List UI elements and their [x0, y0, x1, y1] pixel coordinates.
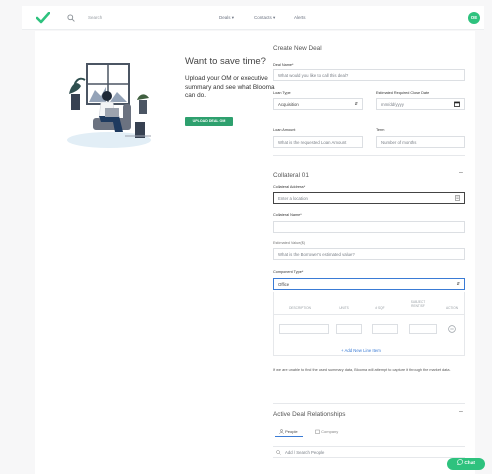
person-working-illustration: [67, 63, 151, 148]
nav-contacts[interactable]: Contacts ▾: [254, 15, 275, 21]
tab-company[interactable]: Company: [315, 429, 338, 434]
promo-text: Upload your OM or executive summary and …: [185, 75, 275, 100]
chat-button[interactable]: Chat: [447, 458, 485, 470]
upload-deal-om-button[interactable]: UPLOAD DEAL OM: [185, 117, 233, 126]
search-icon[interactable]: [67, 14, 75, 22]
form-title: Create New Deal: [273, 45, 322, 52]
collateral-title: Collateral 01: [273, 172, 309, 179]
search-input[interactable]: Search: [88, 15, 102, 20]
term-input[interactable]: Number of months: [376, 136, 465, 148]
location-icon: [455, 195, 460, 201]
loan-type-label: Loan Type: [273, 91, 291, 95]
top-bar: Search Deals ▾ Contacts ▾ Alerts OE: [22, 6, 484, 30]
add-line-item-link[interactable]: + Add New Line Item: [341, 348, 381, 353]
table-header: # SQF: [375, 306, 385, 310]
component-type-value: Office: [278, 282, 290, 287]
search-icon: [276, 450, 281, 455]
avatar[interactable]: OE: [468, 12, 480, 24]
collapse-collateral-icon[interactable]: –: [459, 169, 463, 176]
create-deal-form: Create New Deal Deal Name* What would yo…: [273, 31, 471, 474]
company-icon: [315, 429, 320, 434]
nav-deals[interactable]: Deals ▾: [219, 15, 234, 21]
units-input[interactable]: [336, 324, 362, 334]
person-icon: [279, 429, 284, 434]
collateral-address-placeholder: Enter a location: [278, 196, 308, 201]
search-people-placeholder: Add / Search People: [285, 450, 325, 455]
table-header: UNITS: [339, 306, 349, 310]
deal-name-label: Deal Name*: [273, 63, 294, 67]
collapse-relationships-icon[interactable]: –: [459, 408, 463, 415]
term-label: Term: [376, 128, 385, 132]
loan-type-value: Acquisition: [278, 102, 299, 107]
collateral-note: If we are unable to find the used summar…: [273, 368, 451, 372]
table-header: DESCRIPTION: [289, 306, 311, 310]
main-content: Want to save time? Upload your OM or exe…: [35, 31, 475, 474]
close-date-label: Estimated Required Close Date: [376, 91, 430, 95]
chat-label: Chat: [464, 461, 475, 466]
section-divider: [273, 403, 465, 404]
component-type-select[interactable]: Office ⇵: [273, 278, 465, 290]
tab-people[interactable]: People: [279, 429, 298, 434]
search-people-input[interactable]: Add / Search People: [273, 446, 465, 458]
close-date-input[interactable]: mm/dd/yyyy: [376, 98, 465, 110]
select-arrows-icon: ⇵: [456, 281, 460, 286]
loan-type-select[interactable]: Acquisition ⇵: [273, 98, 363, 110]
collateral-name-input[interactable]: [273, 221, 465, 233]
tab-people-label: People: [285, 429, 298, 434]
sqf-input[interactable]: [372, 324, 398, 334]
relationships-title: Active Deal Relationships: [273, 411, 346, 418]
table-header: ACTION: [445, 306, 459, 310]
delete-row-icon[interactable]: [448, 325, 456, 333]
chat-bubble-icon: [457, 459, 463, 465]
component-type-label: Component Type*: [273, 270, 304, 274]
estimated-value-input[interactable]: What is the Borrower's estimated value?: [273, 248, 465, 260]
nav-alerts[interactable]: Alerts: [294, 15, 306, 20]
calendar-icon[interactable]: [454, 101, 460, 107]
collateral-name-label: Collateral Name*: [273, 213, 302, 217]
active-tab-indicator: [275, 436, 303, 437]
collateral-address-input[interactable]: Enter a location: [273, 192, 465, 204]
table-header: SUBJECT RENT/SF: [410, 300, 426, 308]
description-input[interactable]: [279, 324, 329, 334]
estimated-value-label: Estimated Value($): [273, 241, 306, 245]
loan-amount-input[interactable]: What is the requested Loan Amount: [273, 136, 363, 148]
loan-amount-label: Loan Amount: [273, 128, 296, 132]
close-date-placeholder: mm/dd/yyyy: [381, 102, 404, 107]
blooma-logo-icon[interactable]: [36, 12, 50, 24]
table-header-divider: [274, 314, 464, 315]
section-divider: [273, 155, 465, 156]
collateral-address-label: Collateral Address*: [273, 185, 306, 189]
select-arrows-icon: ⇵: [354, 101, 358, 106]
rent-sf-input[interactable]: [409, 324, 437, 334]
promo-title: Want to save time?: [185, 56, 266, 67]
tab-company-label: Company: [321, 429, 339, 434]
deal-name-input[interactable]: What would you like to call this deal?: [273, 69, 465, 81]
